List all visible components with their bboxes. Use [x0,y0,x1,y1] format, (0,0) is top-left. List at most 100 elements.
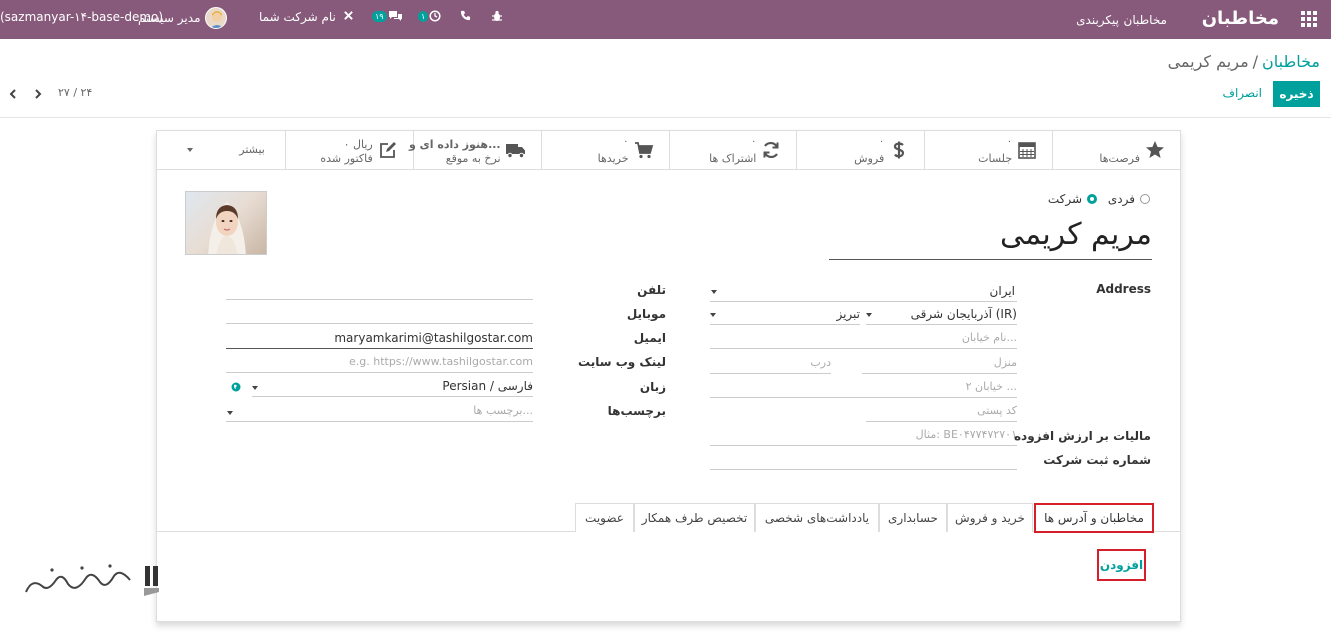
tab-partner-assignment[interactable]: تخصیص طرف همکار [634,503,755,532]
invoiced-value: ۰ ریال [343,138,373,151]
save-button[interactable]: ذخیره [1273,81,1320,107]
vat-label: مالیات بر ارزش افزوده [1013,429,1151,443]
refresh-icon [760,140,782,160]
discard-button[interactable]: انصراف [1223,86,1262,100]
more-label: بیشتر [239,143,265,156]
activity-button[interactable]: ۱ [418,10,441,22]
menu-contacts[interactable]: مخاطبان [1124,13,1167,27]
activity-count-badge: ۱ [418,10,429,22]
street2-input[interactable]: خیابان ۲ ... [710,376,1017,398]
message-count-badge: ۱۹ [372,10,387,22]
state-value: آذربایجان شرقی (IR) [910,307,1017,321]
close-icon[interactable] [343,10,354,21]
company-switcher[interactable]: نام شرکت شما [259,10,336,24]
chat-icon [388,11,402,21]
tags-input[interactable]: برچسب ها... [226,400,533,422]
opportunities-button[interactable]: فرصت‌ها [1052,131,1180,170]
city-value: تبریز [836,307,860,321]
breadcrumb-current: مریم کریمی [1167,52,1249,71]
breadcrumb-separator: / [1252,52,1259,71]
tags-label: برچسب‌ها [607,404,666,418]
notebook-tabs: مخاطبان و آدرس ها خرید و فروش حسابداری ی… [157,503,1180,533]
email-label: ایمیل [633,331,666,345]
tab-contacts-addresses[interactable]: مخاطبان و آدرس ها [1034,503,1154,533]
user-avatar [204,7,227,29]
radio-individual-circle [1140,194,1150,204]
phone-icon[interactable] [460,10,471,21]
website-input[interactable]: e.g. https://www.tashilgostar.com [226,351,533,373]
language-dropdown-icon [252,386,258,390]
sales-count: ۰ [878,136,885,147]
zip-input[interactable]: کد پستی [866,400,1017,422]
pager-next-icon[interactable] [32,88,44,102]
email-input[interactable]: maryamkarimi@tashilgostar.com [226,327,533,349]
app-brand[interactable]: مخاطبان [1202,8,1279,29]
pager-prev-icon[interactable] [7,88,19,102]
meetings-button[interactable]: ۰ جلسات [924,131,1052,170]
clock-icon [429,10,441,22]
on-time-rate-button[interactable]: هنوز داده ای و... نرخ به موقع [409,131,541,170]
vat-input[interactable]: مثال: BE۰۴۷۷۴۷۲۷۰۱ [710,424,1017,446]
truck-icon [505,140,527,160]
tags-dropdown-icon [227,411,233,415]
company-registry-label: شماره ثبت شرکت [1043,453,1151,467]
brand-watermark-logo [22,558,172,606]
pager-value[interactable]: ۲۷ / ۲۴ [58,86,92,99]
radio-company-circle [1087,194,1097,204]
chevron-down-icon [187,148,193,152]
star-icon [1144,140,1166,160]
globe-icon[interactable] [231,381,241,392]
country-value: ایران [989,284,1015,298]
breadcrumb: مخاطبان/مریم کریمی [1168,52,1320,71]
tab-sales-purchase[interactable]: خرید و فروش [947,503,1033,532]
contact-photo[interactable] [185,191,267,255]
door-input[interactable]: درب [710,352,831,374]
state-select[interactable]: آذربایجان شرقی (IR) [866,303,1017,325]
subscriptions-button[interactable]: ۰ اشتراک ها [668,131,797,170]
country-dropdown-icon [711,290,717,294]
calendar-icon [1016,140,1038,160]
database-name: (sazmanyar-۱۴-base-demo) [0,10,164,24]
language-select[interactable]: Persian / فارسی [252,375,533,397]
breadcrumb-parent[interactable]: مخاطبان [1262,52,1320,71]
purchases-label: خریدها [597,152,629,165]
city-select[interactable]: تبریز [710,303,860,325]
subscriptions-count: ۰ [751,136,757,147]
form-sheet: فرصت‌ها ۰ جلسات ۰ فروش ۰ اشتراک ها [156,130,1181,622]
tab-accounting[interactable]: حسابداری [879,503,947,532]
city-dropdown-icon [710,313,716,317]
house-input[interactable]: منزل [862,352,1017,374]
add-contact-button[interactable]: افزودن [1097,549,1146,581]
mobile-label: موبایل [626,307,666,321]
top-navbar: مخاطبان مخاطبان پیکربندی ۱ ۱۹ نام شرکت ش… [0,0,1331,39]
website-label: لینک وب سایت [578,355,666,369]
messages-button[interactable]: ۱۹ [372,10,403,22]
company-registry-input[interactable] [710,448,1017,470]
debug-icon[interactable] [491,10,503,22]
menu-configuration[interactable]: پیکربندی [1076,13,1119,27]
dollar-icon [888,140,910,160]
language-label: زبان [639,380,666,394]
sales-button[interactable]: ۰ فروش [796,131,924,170]
phone-input[interactable] [226,278,533,300]
street-input[interactable]: نام خیابان... [710,327,1017,349]
phone-label: تلفن [637,283,666,297]
radio-company[interactable]: شرکت [1048,192,1097,206]
tab-internal-notes[interactable]: یادداشت‌های شخصی [755,503,879,532]
contact-name-input[interactable]: مریم کریمی [829,217,1152,260]
tab-membership[interactable]: عضویت [575,503,634,532]
radio-individual-label: فردی [1107,192,1135,206]
sales-label: فروش [854,152,885,165]
mobile-input[interactable] [226,302,533,324]
apps-menu-icon[interactable] [1301,11,1317,27]
state-dropdown-icon [866,313,872,317]
radio-individual[interactable]: فردی [1108,192,1150,206]
country-select[interactable]: ایران [710,280,1017,302]
on-time-rate-label: نرخ به موقع [445,152,501,165]
opportunities-label: فرصت‌ها [1099,152,1140,165]
invoiced-button[interactable]: ۰ ریال فاکتور شده [284,131,413,170]
more-button[interactable]: بیشتر [157,131,285,170]
subscriptions-label: اشتراک ها [709,152,757,165]
purchases-button[interactable]: ۰ خریدها [540,131,669,170]
meetings-label: جلسات [978,152,1013,165]
